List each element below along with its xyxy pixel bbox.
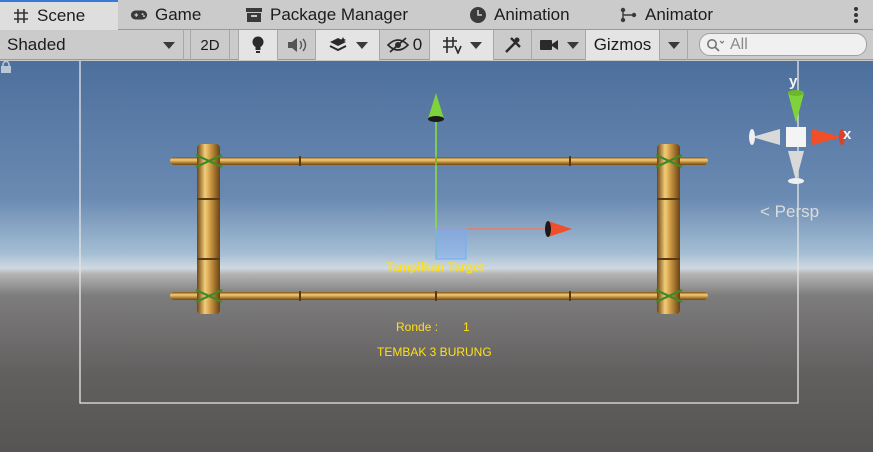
bamboo-top [170, 156, 708, 166]
gizmos-button[interactable]: Gizmos [586, 30, 660, 60]
effects-dropdown[interactable] [316, 30, 380, 60]
speaker-icon [287, 38, 306, 52]
toggle-2d-button[interactable]: 2D [190, 30, 230, 60]
tab-scene[interactable]: Scene [0, 0, 118, 30]
search-placeholder: All [730, 35, 748, 53]
scene-visibility-toggle[interactable]: 0 [380, 30, 430, 60]
tab-label: Package Manager [270, 5, 408, 24]
camera-settings-dropdown[interactable] [532, 30, 586, 60]
orientation-gizmo[interactable] [749, 90, 845, 184]
grid-snap-icon [442, 37, 462, 54]
effects-layers-icon [329, 37, 346, 52]
projection-toggle[interactable]: < Persp [760, 202, 819, 222]
ui-text-target: Tampilkan Target [386, 260, 484, 274]
editor-tab-bar: Scene Game Package Manager Animation Ani… [0, 0, 873, 30]
search-field[interactable]: All [699, 33, 867, 56]
lightbulb-icon [252, 36, 264, 53]
tools-wrench-icon [504, 37, 521, 53]
gizmo-axis-y-label: y [789, 73, 798, 90]
lock-icon[interactable] [0, 61, 12, 73]
bamboo-left-pole [197, 144, 220, 314]
more-options-icon[interactable] [853, 6, 859, 24]
tab-label: Animator [645, 5, 714, 24]
grid-snapping-dropdown[interactable] [430, 30, 494, 60]
bamboo-right-pole [657, 144, 680, 314]
tab-animation[interactable]: Animation [469, 0, 570, 30]
grid-icon [12, 7, 30, 25]
search-icon [707, 38, 724, 52]
ui-text-ronde-value: 1 [463, 320, 470, 334]
audio-toggle[interactable] [278, 30, 316, 60]
chevron-down-icon [355, 41, 368, 49]
tab-label: Scene [37, 6, 86, 25]
gamepad-icon [130, 6, 148, 24]
chevron-down-icon [163, 41, 175, 49]
bamboo-bottom [170, 291, 708, 301]
tab-game[interactable]: Game [130, 0, 201, 30]
tab-animator[interactable]: Animator [620, 0, 713, 30]
chevron-down-icon [566, 41, 579, 49]
scene-viewport[interactable]: y x < Persp Tampilkan Target Ronde : 1 T… [0, 61, 873, 452]
hidden-objects-count: 0 [412, 35, 423, 54]
toggle-2d-label: 2D [200, 36, 220, 54]
camera-icon [539, 40, 558, 50]
gizmos-label: Gizmos [593, 35, 652, 54]
shading-mode-dropdown[interactable]: Shaded [0, 30, 184, 60]
tools-toggle[interactable] [494, 30, 532, 60]
shading-mode-label: Shaded [7, 35, 66, 54]
ui-text-ronde-label: Ronde : [396, 320, 439, 334]
gizmos-dropdown[interactable] [660, 30, 688, 60]
eye-slash-icon [386, 37, 409, 53]
tab-label: Game [155, 5, 202, 24]
tab-label: Animation [494, 5, 570, 24]
scene-graphics [79, 61, 845, 404]
tab-package-manager[interactable]: Package Manager [245, 0, 408, 30]
chevron-down-icon [469, 41, 482, 49]
package-icon [245, 6, 263, 24]
chevron-down-icon [667, 41, 680, 49]
animator-icon [620, 6, 638, 24]
ui-text-tembak: TEMBAK 3 BURUNG [377, 345, 492, 359]
gizmo-axis-x-label: x [843, 126, 852, 143]
lighting-toggle[interactable] [238, 30, 278, 60]
animation-clock-icon [469, 6, 487, 24]
move-tool-gizmo[interactable] [428, 93, 572, 260]
